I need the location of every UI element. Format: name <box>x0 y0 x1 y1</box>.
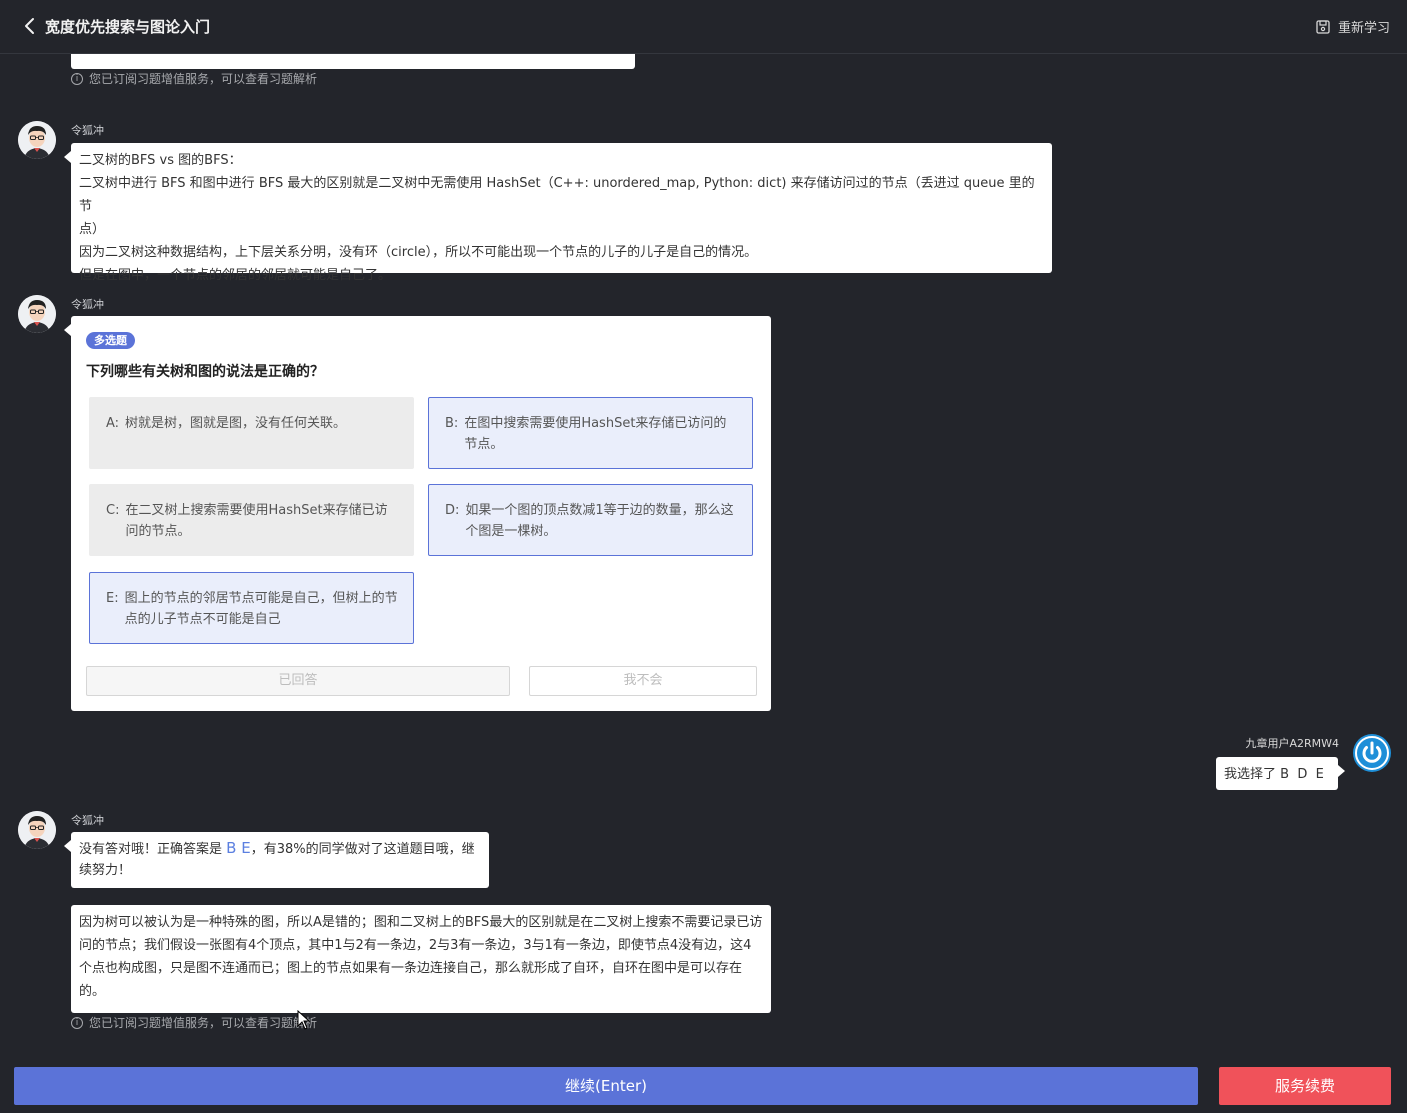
bot-avatar <box>18 121 56 159</box>
power-icon <box>1355 736 1389 770</box>
message-line: 但是在图中，一个节点的邻居的邻居就可能是自己了。 <box>79 268 392 283</box>
notice-text: 您已订阅习题增值服务，可以查看习题解析 <box>89 1016 318 1030</box>
subscription-notice: i 您已订阅习题增值服务，可以查看习题解析 <box>71 70 317 87</box>
previous-message-bubble <box>71 54 635 69</box>
option-key: D: <box>445 503 460 518</box>
sender-name: 令狐冲 <box>71 124 104 137</box>
mouse-cursor-icon <box>297 1010 311 1030</box>
renew-service-button[interactable]: 服务续费 <box>1219 1067 1391 1105</box>
option-d[interactable]: D: 如果一个图的顶点数减1等于边的数量，那么这个图是一棵树。 <box>428 484 753 556</box>
restart-label: 重新学习 <box>1337 21 1390 36</box>
dont-know-button[interactable]: 我不会 <box>529 666 757 696</box>
save-icon <box>1316 19 1330 34</box>
feedback-message: 没有答对哦！正确答案是 B E，有38%的同学做对了这道题目哦，继续努力！ <box>64 832 489 888</box>
bot-avatar-icon <box>18 121 56 159</box>
option-a[interactable]: A: 树就是树，图就是图，没有任何关联。 <box>89 397 414 469</box>
top-bar: 宽度优先搜索与图论入门 重新学习 <box>0 0 1407 54</box>
option-text: 在二叉树上搜索需要使用HashSet来存储已访问的节点。 <box>125 503 388 539</box>
page-title: 宽度优先搜索与图论入门 <box>45 18 211 36</box>
back-arrow-icon[interactable] <box>22 17 38 35</box>
chat-area[interactable]: i 您已订阅习题增值服务，可以查看习题解析 令狐冲 二叉树的BFS vs 图的B… <box>0 54 1407 1059</box>
bottom-bar: 继续(Enter) 服务续费 <box>0 1059 1407 1113</box>
message-line: 二叉树的BFS vs 图的BFS： <box>79 153 242 168</box>
option-text: 如果一个图的顶点数减1等于边的数量，那么这个图是一棵树。 <box>465 503 734 539</box>
bot-avatar-icon <box>18 295 56 333</box>
feedback-prefix: 没有答对哦！正确答案是 <box>79 842 227 857</box>
subscription-notice: i 您已订阅习题增值服务，可以查看习题解析 <box>71 1014 317 1031</box>
notice-text: 您已订阅习题增值服务，可以查看习题解析 <box>89 72 318 86</box>
option-b[interactable]: B: 在图中搜索需要使用HashSet来存储已访问的节点。 <box>428 397 753 469</box>
info-icon: i <box>71 1016 83 1029</box>
user-reply: 我选择了 B D E <box>1216 757 1345 790</box>
continue-button[interactable]: 继续(Enter) <box>14 1067 1198 1105</box>
quiz-card: 多选题 下列哪些有关树和图的说法是正确的？ A: 树就是树，图就是图，没有任何关… <box>64 316 771 711</box>
multiple-choice-tag: 多选题 <box>86 332 135 349</box>
option-key: A: <box>106 416 120 431</box>
user-name: 九章用户A2RMW4 <box>1245 737 1339 750</box>
option-key: B: <box>445 416 459 431</box>
bot-avatar <box>18 295 56 333</box>
message-line: 因为二叉树这种数据结构，上下层关系分明，没有环（circle），所以不可能出现一… <box>79 245 758 260</box>
info-icon: i <box>71 72 83 85</box>
explanation-message: 因为树可以被认为是一种特殊的图，所以A是错的；图和二叉树上的BFS最大的区别就是… <box>71 905 771 1013</box>
message-line: 点） <box>79 222 106 237</box>
restart-button[interactable]: 重新学习 <box>1316 17 1390 36</box>
answered-button[interactable]: 已回答 <box>86 666 510 696</box>
quiz-question: 下列哪些有关树和图的说法是正确的？ <box>86 364 324 380</box>
option-c[interactable]: C: 在二叉树上搜索需要使用HashSet来存储已访问的节点。 <box>89 484 414 556</box>
message-line: 二叉树中进行 BFS 和图中进行 BFS 最大的区别就是二叉树中无需使用 Has… <box>79 176 1035 214</box>
bot-avatar-icon <box>18 811 56 849</box>
option-text: 树就是树，图就是图，没有任何关联。 <box>125 416 347 431</box>
option-key: C: <box>106 503 120 518</box>
sender-name: 令狐冲 <box>71 298 104 311</box>
correct-answer: B E <box>226 839 251 857</box>
option-key: E: <box>106 591 119 606</box>
option-text: 图上的节点的邻居节点可能是自己，但树上的节点的儿子节点不可能是自己 <box>124 591 398 627</box>
option-text: 在图中搜索需要使用HashSet来存储已访问的节点。 <box>464 416 727 452</box>
message-bfs-comparison: 二叉树的BFS vs 图的BFS： 二叉树中进行 BFS 和图中进行 BFS 最… <box>64 143 1052 283</box>
option-e[interactable]: E: 图上的节点的邻居节点可能是自己，但树上的节点的儿子节点不可能是自己 <box>89 572 414 644</box>
bot-avatar <box>18 811 56 849</box>
user-avatar <box>1353 734 1391 772</box>
sender-name: 令狐冲 <box>71 814 104 827</box>
